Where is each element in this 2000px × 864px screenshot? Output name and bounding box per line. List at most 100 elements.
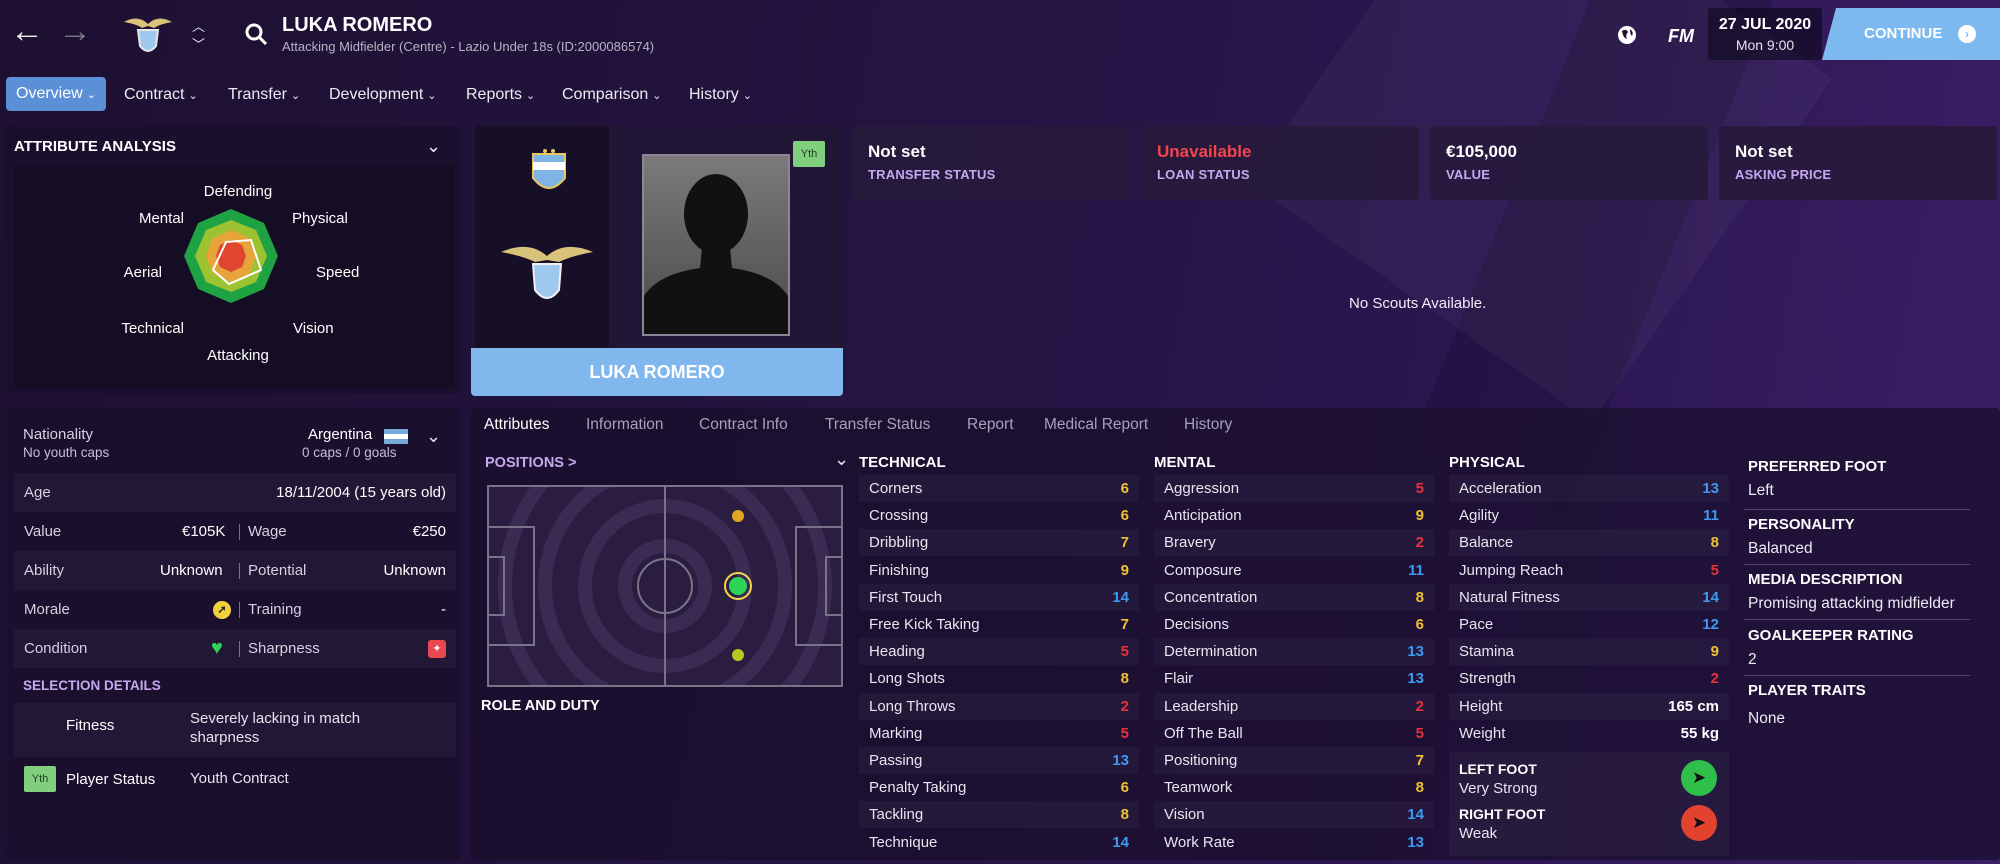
tab-contract[interactable]: Contract ⌄	[124, 79, 198, 111]
attribute-analysis-panel: ATTRIBUTE ANALYSIS ⌄ Defending Physical …	[6, 126, 460, 394]
morale-icon[interactable]: ➚	[213, 601, 231, 619]
mental-attribute-row[interactable]: Determination 13	[1154, 638, 1434, 665]
technical-attribute-row[interactable]: Passing 13	[859, 747, 1139, 774]
physical-attribute-name: Weight	[1459, 724, 1506, 742]
physical-attribute-row[interactable]: Agility 11	[1449, 502, 1729, 529]
subtab-contract-info[interactable]: Contract Info	[699, 416, 788, 434]
tab-reports[interactable]: Reports ⌄	[466, 79, 535, 111]
physical-attribute-row[interactable]: Strength 2	[1449, 665, 1729, 692]
mental-attribute-row[interactable]: Aggression 5	[1154, 475, 1434, 502]
technical-attribute-row[interactable]: Penalty Taking 6	[859, 774, 1139, 801]
technical-attribute-row[interactable]: Dribbling 7	[859, 529, 1139, 556]
heart-icon[interactable]: ♥	[211, 629, 223, 668]
asking-price-card[interactable]: Not set ASKING PRICE	[1719, 126, 1997, 200]
technical-attribute-row[interactable]: Marking 5	[859, 720, 1139, 747]
chevron-down-icon[interactable]: ﹀	[192, 34, 205, 53]
mental-attribute-row[interactable]: Bravery 2	[1154, 529, 1434, 556]
age-row: Age 18/11/2004 (15 years old)	[14, 473, 456, 512]
search-icon[interactable]	[244, 22, 268, 51]
physical-attribute-row[interactable]: Acceleration 13	[1449, 475, 1729, 502]
physical-attribute-row[interactable]: Weight 55 kg	[1449, 720, 1729, 747]
technical-attribute-row[interactable]: Corners 6	[859, 475, 1139, 502]
player-name-title: LUKA ROMERO	[282, 14, 433, 36]
technical-attribute-row[interactable]: First Touch 14	[859, 584, 1139, 611]
physical-attribute-row[interactable]: Natural Fitness 14	[1449, 584, 1729, 611]
back-arrow-icon[interactable]: ←	[10, 14, 44, 48]
tab-history[interactable]: History ⌄	[689, 79, 752, 111]
preferred-foot-label: PREFERRED FOOT	[1748, 458, 1887, 475]
mental-attribute-row[interactable]: Off The Ball 5	[1154, 720, 1434, 747]
ability-label: Ability	[24, 562, 65, 579]
physical-attribute-row[interactable]: Height 165 cm	[1449, 693, 1729, 720]
transfer-status-card[interactable]: Not set TRANSFER STATUS	[852, 126, 1130, 200]
sharpness-icon[interactable]: ✦	[428, 640, 446, 658]
preferred-foot-value: Left	[1748, 482, 1774, 499]
mental-attribute-value: 5	[1415, 480, 1424, 497]
mental-attribute-row[interactable]: Composure 11	[1154, 557, 1434, 584]
mental-attribute-row[interactable]: Positioning 7	[1154, 747, 1434, 774]
fm-logo[interactable]: FM	[1668, 26, 1694, 47]
club-crest-icon[interactable]	[120, 12, 176, 58]
continue-arrow-icon: ›	[1958, 25, 1976, 43]
technical-attribute-row[interactable]: Free Kick Taking 7	[859, 611, 1139, 638]
selection-details-title: SELECTION DETAILS	[23, 678, 161, 693]
player-traits-label: PLAYER TRAITS	[1748, 682, 1866, 699]
subtab-transfer-status[interactable]: Transfer Status	[825, 416, 930, 434]
technical-attribute-row[interactable]: Tackling 8	[859, 801, 1139, 828]
tab-comparison[interactable]: Comparison ⌄	[562, 79, 661, 111]
technical-attribute-row[interactable]: Heading 5	[859, 638, 1139, 665]
technical-attribute-name: Crossing	[869, 507, 929, 525]
chevron-up-icon[interactable]: ︿	[192, 16, 205, 35]
nationality-chevron-icon[interactable]: ⌄	[426, 426, 441, 447]
technical-attribute-row[interactable]: Long Shots 8	[859, 665, 1139, 692]
player-status-row: Yth Player Status Youth Contract	[14, 762, 456, 798]
mental-attribute-name: Positioning	[1164, 752, 1238, 769]
loan-status-card[interactable]: Unavailable LOAN STATUS	[1141, 126, 1419, 200]
left-boot-icon: ➤	[1681, 760, 1717, 796]
positions-link[interactable]: POSITIONS >	[485, 455, 576, 471]
physical-attribute-value: 5	[1710, 561, 1719, 579]
tab-overview[interactable]: Overview ⌄	[6, 77, 106, 111]
globe-icon[interactable]	[1616, 24, 1638, 51]
sharpness-label: Sharpness	[248, 640, 320, 657]
forward-arrow-icon[interactable]: →	[58, 14, 92, 48]
mental-attribute-row[interactable]: Flair 13	[1154, 665, 1434, 692]
mental-attribute-row[interactable]: Vision 14	[1154, 801, 1434, 828]
physical-attribute-row[interactable]: Balance 8	[1449, 529, 1729, 556]
technical-attribute-name: Long Shots	[869, 670, 945, 688]
mental-attribute-row[interactable]: Teamwork 8	[1154, 774, 1434, 801]
technical-attribute-row[interactable]: Long Throws 2	[859, 693, 1139, 720]
nationality-label: Nationality	[23, 426, 94, 443]
mental-attribute-name: Decisions	[1164, 616, 1230, 633]
technical-attribute-value: 5	[1120, 724, 1129, 742]
date-box[interactable]: 27 JUL 2020 Mon 9:00	[1708, 8, 1822, 60]
subtab-report[interactable]: Report	[967, 416, 1014, 434]
mental-attribute-row[interactable]: Work Rate 13	[1154, 829, 1434, 856]
radar-label-aerial: Aerial	[124, 264, 162, 281]
mental-attribute-name: Teamwork	[1164, 779, 1233, 797]
position-dot-amc	[732, 510, 744, 522]
subtab-medical-report[interactable]: Medical Report	[1044, 416, 1148, 434]
subtab-attributes[interactable]: Attributes	[484, 416, 549, 434]
physical-attribute-row[interactable]: Stamina 9	[1449, 638, 1729, 665]
technical-attribute-row[interactable]: Crossing 6	[859, 502, 1139, 529]
mental-attribute-row[interactable]: Concentration 8	[1154, 584, 1434, 611]
positions-chevron-icon[interactable]: ⌄	[834, 449, 849, 470]
mental-attribute-row[interactable]: Anticipation 9	[1154, 502, 1434, 529]
physical-attribute-row[interactable]: Jumping Reach 5	[1449, 557, 1729, 584]
subtab-history[interactable]: History	[1184, 416, 1232, 434]
physical-attribute-row[interactable]: Pace 12	[1449, 611, 1729, 638]
youth-caps-text: No youth caps	[23, 445, 110, 460]
mental-attribute-row[interactable]: Decisions 6	[1154, 611, 1434, 638]
technical-attribute-row[interactable]: Finishing 9	[859, 557, 1139, 584]
divider	[1744, 619, 1970, 620]
value-card[interactable]: €105,000 VALUE	[1430, 126, 1708, 200]
subtab-information[interactable]: Information	[586, 416, 664, 434]
tab-development[interactable]: Development ⌄	[329, 79, 437, 111]
continue-button[interactable]: CONTINUE ›	[1822, 8, 2000, 60]
collapse-chevron-icon[interactable]: ⌄	[426, 136, 441, 157]
technical-attribute-row[interactable]: Technique 14	[859, 829, 1139, 856]
position-pitch	[487, 419, 843, 753]
tab-transfer[interactable]: Transfer ⌄	[228, 79, 300, 111]
mental-attribute-row[interactable]: Leadership 2	[1154, 693, 1434, 720]
